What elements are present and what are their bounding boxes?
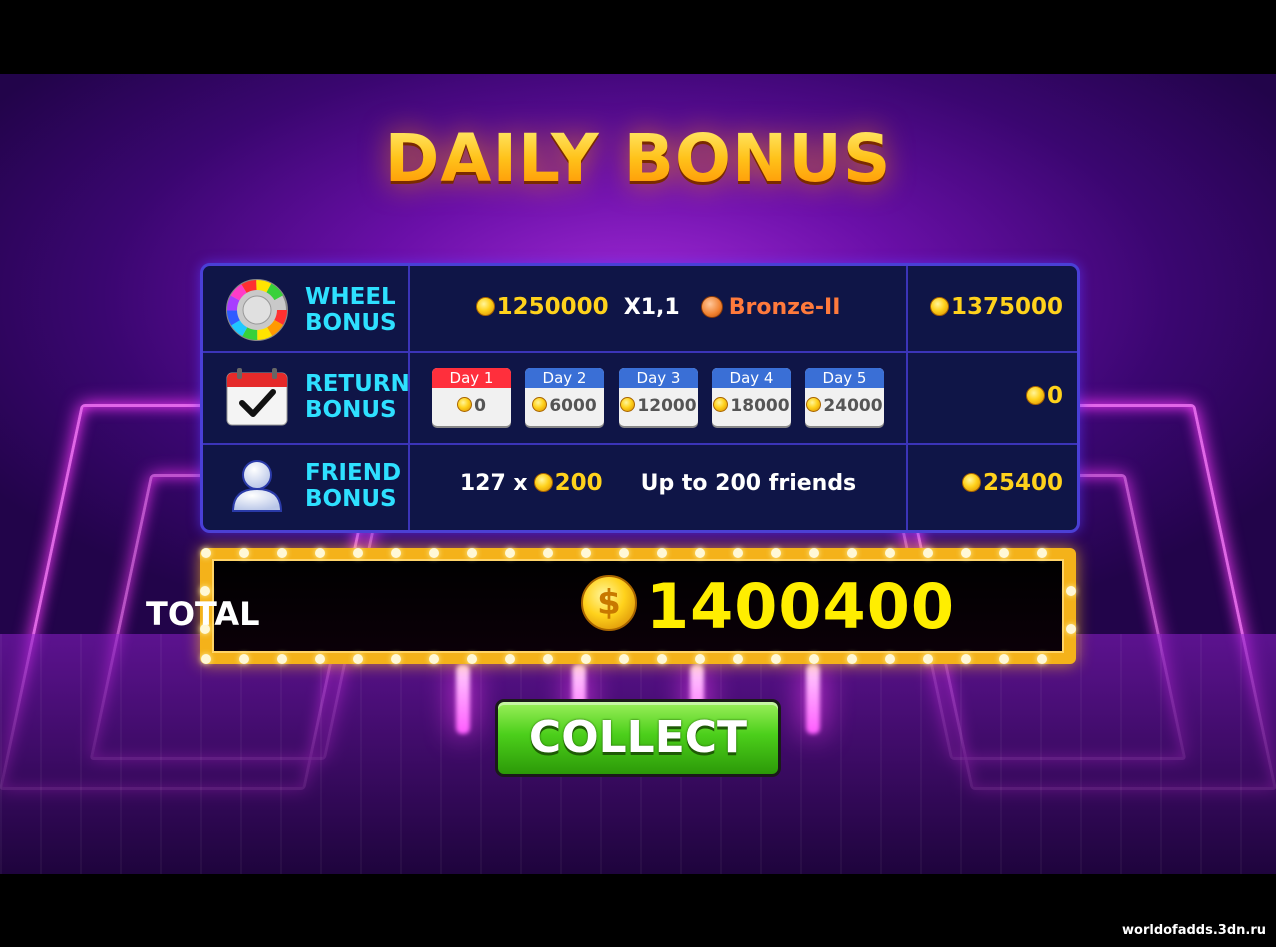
total-value: 1400400 xyxy=(646,570,955,643)
coin-icon xyxy=(806,397,822,412)
marquee-bulb xyxy=(315,654,325,664)
watermark: worldofadds.3dn.ru xyxy=(1122,923,1266,938)
return-bonus-result: 0 xyxy=(1025,383,1063,409)
marquee-bulb xyxy=(657,654,667,664)
marquee-bulb xyxy=(353,654,363,664)
marquee-bulb xyxy=(885,548,895,558)
marquee-bulb xyxy=(847,548,857,558)
marquee-bulb xyxy=(733,654,743,664)
marquee-bulb xyxy=(505,654,515,664)
collect-button[interactable]: COLLECT xyxy=(495,699,781,777)
marquee-bulb xyxy=(619,654,629,664)
marquee-bulb xyxy=(657,548,667,558)
wheel-bonus-result: 1375000 xyxy=(929,294,1063,320)
friend-bonus-formula: 127 x 200 Up to 200 friends xyxy=(459,470,857,496)
coin-icon xyxy=(929,297,949,316)
marquee-bulb xyxy=(1066,624,1076,634)
marquee-bulb xyxy=(619,548,629,558)
marquee-bulb xyxy=(771,654,781,664)
wheel-bonus-formula: 1250000 X1,1 Bronze-II xyxy=(410,294,906,320)
marquee-bulb xyxy=(999,548,1009,558)
return-bonus-label: RETURN BONUS xyxy=(305,371,410,423)
marquee-bulb xyxy=(885,654,895,664)
marquee-bulb xyxy=(923,548,933,558)
marquee-bulb xyxy=(391,548,401,558)
marquee-bulb xyxy=(809,654,819,664)
return-bonus-row: RETURN BONUS Day 1 0 Day 2 6000 Day 3 12… xyxy=(203,351,1077,445)
marquee-bulb xyxy=(847,654,857,664)
marquee-bulb xyxy=(277,548,287,558)
coin-icon xyxy=(475,297,495,316)
light-beam xyxy=(806,664,820,734)
page-title: DAILY BONUS xyxy=(0,120,1276,197)
marquee-bulb xyxy=(961,654,971,664)
marquee-bulb xyxy=(771,548,781,558)
marquee-bulb xyxy=(429,548,439,558)
marquee-bulb xyxy=(543,654,553,664)
marquee-bulb xyxy=(543,548,553,558)
calendar-check-icon xyxy=(225,367,289,431)
marquee-bulb xyxy=(315,548,325,558)
coin-icon xyxy=(533,473,553,492)
marquee-bulb xyxy=(505,548,515,558)
marquee-bulb xyxy=(695,548,705,558)
coin-icon xyxy=(1025,386,1045,405)
friend-bonus-label: FRIEND BONUS xyxy=(305,460,402,512)
marquee-bulb xyxy=(961,548,971,558)
marquee-bulb xyxy=(1066,586,1076,596)
day-card-2: Day 2 6000 xyxy=(525,368,604,426)
marquee-bulb xyxy=(733,548,743,558)
friend-bonus-result: 25400 xyxy=(961,470,1063,496)
marquee-bulb xyxy=(999,654,1009,664)
marquee-bulb xyxy=(239,654,249,664)
coin-icon xyxy=(961,473,981,492)
marquee-bulb xyxy=(429,654,439,664)
marquee-bulb xyxy=(695,654,705,664)
marquee-bulb xyxy=(277,654,287,664)
day-card-3: Day 3 12000 xyxy=(619,368,698,426)
day-card-4: Day 4 18000 xyxy=(712,368,791,426)
marquee-bulb xyxy=(239,548,249,558)
marquee-bulb xyxy=(467,654,477,664)
marquee-bulb xyxy=(1037,654,1047,664)
coin-icon: $ xyxy=(581,575,637,631)
marquee-bulb xyxy=(923,654,933,664)
coin-icon xyxy=(457,397,473,412)
coin-icon xyxy=(532,397,548,412)
coin-icon xyxy=(620,397,636,412)
light-beam xyxy=(456,664,470,734)
user-icon xyxy=(225,455,289,519)
day-card-5: Day 5 24000 xyxy=(805,368,884,426)
prize-wheel-icon xyxy=(225,278,289,342)
marquee-bulb xyxy=(1037,548,1047,558)
marquee-bulb xyxy=(581,654,591,664)
marquee-bulb xyxy=(581,548,591,558)
marquee-bulb xyxy=(809,548,819,558)
marquee-bulb xyxy=(391,654,401,664)
wheel-bonus-label: WHEEL BONUS xyxy=(305,284,397,336)
total-label: TOTAL xyxy=(146,595,260,633)
bronze-medal-icon xyxy=(700,296,723,318)
wheel-bonus-row: WHEEL BONUS 1250000 X1,1 Bronze-II 13750… xyxy=(203,266,1077,353)
coin-icon xyxy=(713,397,729,412)
marquee-bulb xyxy=(201,654,211,664)
marquee-bulb xyxy=(467,548,477,558)
day-card-1: Day 1 0 xyxy=(432,368,511,426)
marquee-bulb xyxy=(201,548,211,558)
marquee-bulb xyxy=(353,548,363,558)
bonus-table: WHEEL BONUS 1250000 X1,1 Bronze-II 13750… xyxy=(200,263,1080,533)
friend-bonus-row: FRIEND BONUS 127 x 200 Up to 200 friends 2… xyxy=(203,443,1077,530)
